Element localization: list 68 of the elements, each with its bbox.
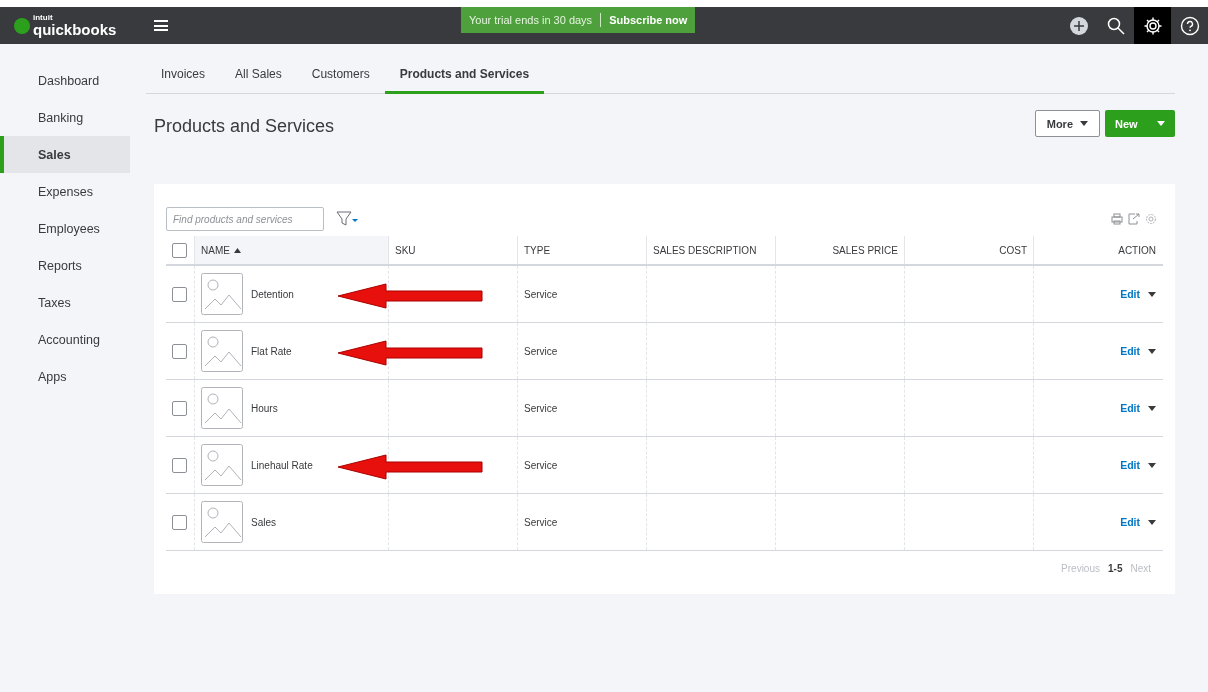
- caret-icon: [1080, 121, 1088, 126]
- sidebar-item[interactable]: Apps: [0, 358, 130, 395]
- product-name: Hours: [251, 402, 278, 414]
- sidebar-item[interactable]: Expenses: [0, 173, 130, 210]
- search-field[interactable]: Find products and services: [166, 207, 324, 231]
- tab[interactable]: Customers: [296, 67, 385, 94]
- image-placeholder-icon: [201, 387, 243, 429]
- image-placeholder-icon: [201, 444, 243, 486]
- logo-icon: [14, 17, 30, 34]
- column-header[interactable]: NAME: [194, 236, 388, 264]
- export-icon[interactable]: [1128, 213, 1140, 225]
- column-header[interactable]: SALES DESCRIPTION: [646, 236, 775, 264]
- menu-icon[interactable]: [154, 20, 169, 31]
- caret-icon: [1148, 405, 1156, 411]
- page-range: 1-5: [1108, 563, 1123, 574]
- sidebar-item[interactable]: Reports: [0, 247, 130, 284]
- caret-icon: [1148, 348, 1156, 354]
- checkbox[interactable]: [172, 286, 187, 302]
- caret-icon: [1148, 519, 1156, 525]
- checkbox[interactable]: [172, 457, 187, 473]
- tab[interactable]: Invoices: [146, 67, 221, 94]
- print-icon[interactable]: [1111, 213, 1123, 225]
- sidebar-item[interactable]: Taxes: [0, 284, 130, 321]
- edit-link[interactable]: Edit: [1120, 288, 1140, 300]
- more-button[interactable]: More: [1034, 110, 1100, 137]
- logo-text: quickbooks: [33, 22, 117, 37]
- product-name: Flat Rate: [251, 345, 292, 357]
- type-text: Service: [524, 459, 558, 471]
- sidebar-item[interactable]: Employees: [0, 210, 130, 247]
- product-name: Sales: [251, 516, 276, 528]
- logo-small-text: intuit: [33, 14, 54, 22]
- sort-up-icon: [233, 247, 241, 253]
- column-header[interactable]: SKU: [388, 236, 517, 264]
- column-header[interactable]: SALES PRICE: [775, 236, 904, 264]
- checkbox[interactable]: [172, 343, 187, 359]
- sidebar-item[interactable]: Sales: [0, 136, 130, 173]
- image-placeholder-icon: [201, 330, 243, 372]
- caret-icon: [1148, 291, 1156, 297]
- edit-link[interactable]: Edit: [1120, 345, 1140, 357]
- checkbox[interactable]: [172, 400, 187, 416]
- caret-icon: [1157, 121, 1165, 126]
- trial-text: Your trial ends in 30 days: [469, 14, 593, 26]
- edit-link[interactable]: Edit: [1120, 516, 1140, 528]
- settings-icon[interactable]: [1134, 7, 1171, 44]
- caret-icon: [1148, 462, 1156, 468]
- product-name: Linehaul Rate: [251, 459, 313, 471]
- sidebar-item[interactable]: Dashboard: [0, 62, 130, 99]
- column-header[interactable]: COST: [904, 236, 1033, 264]
- tab[interactable]: All Sales: [220, 67, 297, 94]
- filter-icon[interactable]: [336, 211, 358, 227]
- sidebar-item[interactable]: Banking: [0, 99, 130, 136]
- image-placeholder-icon: [201, 273, 243, 315]
- checkbox[interactable]: [172, 242, 187, 258]
- column-header[interactable]: ACTION: [1033, 236, 1162, 264]
- edit-link[interactable]: Edit: [1120, 459, 1140, 471]
- type-text: Service: [524, 288, 558, 300]
- page-title: Products and Services: [154, 116, 335, 137]
- image-placeholder-icon: [201, 501, 243, 543]
- tab[interactable]: Products and Services: [384, 67, 545, 94]
- product-name: Detention: [251, 288, 294, 300]
- type-text: Service: [524, 402, 558, 414]
- checkbox[interactable]: [172, 514, 187, 530]
- edit-link[interactable]: Edit: [1120, 402, 1140, 414]
- type-text: Service: [524, 345, 558, 357]
- type-text: Service: [524, 516, 558, 528]
- column-header[interactable]: TYPE: [517, 236, 646, 264]
- sidebar-item[interactable]: Accounting: [0, 321, 130, 358]
- quickbooks-logo[interactable]: intuit quickbooks: [14, 14, 117, 37]
